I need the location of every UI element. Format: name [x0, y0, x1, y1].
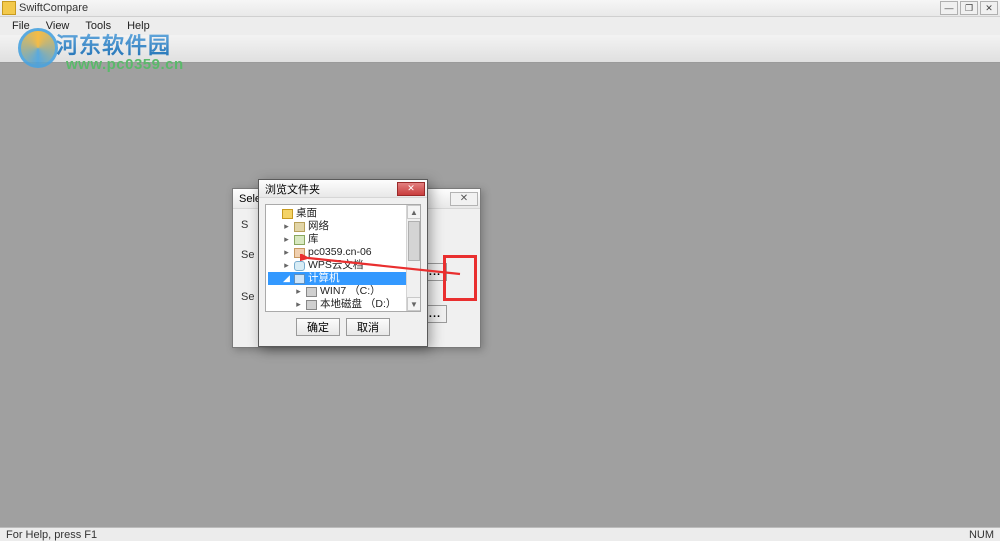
tree-item-drive-c[interactable]: ▸ WIN7 （C:）	[268, 285, 418, 298]
tree-label: WPS云文档	[308, 259, 363, 272]
expand-icon[interactable]	[270, 209, 279, 218]
expand-icon[interactable]: ▸	[294, 300, 303, 309]
app-icon	[2, 1, 16, 15]
user-icon	[294, 248, 305, 258]
browse-folder-dialog: 浏览文件夹 ✕ 桌面 ▸ 网络 ▸ 库 ▸ pc0359.cn-06	[258, 179, 428, 347]
statusbar: For Help, press F1 NUM	[0, 527, 1000, 541]
menu-view[interactable]: View	[38, 17, 78, 35]
expand-icon[interactable]: ▸	[282, 261, 291, 270]
tree-item-computer[interactable]: ◢ 计算机	[268, 272, 418, 285]
tree-item-desktop[interactable]: 桌面	[268, 207, 418, 220]
tree-item-network[interactable]: ▸ 网络	[268, 220, 418, 233]
tree-label: 桌面	[296, 207, 317, 220]
cancel-button[interactable]: 取消	[346, 318, 390, 336]
menu-file[interactable]: File	[4, 17, 38, 35]
restore-button[interactable]: ❐	[960, 1, 978, 15]
scroll-up-button[interactable]: ▲	[407, 205, 421, 219]
tree-label: 本地磁盘 （D:）	[320, 298, 396, 311]
desktop-icon	[282, 209, 293, 219]
network-icon	[294, 222, 305, 232]
tree-scrollbar[interactable]: ▲ ▼	[406, 205, 420, 311]
toolbar	[0, 35, 1000, 63]
select-dialog-close-button[interactable]: ✕	[450, 192, 478, 206]
tree-item-drive-d[interactable]: ▸ 本地磁盘 （D:）	[268, 298, 418, 311]
status-num: NUM	[969, 529, 994, 541]
titlebar: SwiftCompare — ❐ ✕	[0, 0, 1000, 17]
scroll-thumb[interactable]	[408, 221, 420, 261]
expand-icon[interactable]: ▸	[282, 222, 291, 231]
expand-icon[interactable]: ▸	[282, 235, 291, 244]
menu-help[interactable]: Help	[119, 17, 158, 35]
tree-label: 网络	[308, 220, 329, 233]
libraries-icon	[294, 235, 305, 245]
tree-label: 计算机	[308, 272, 340, 285]
drive-icon	[306, 287, 317, 297]
expand-icon[interactable]: ▸	[282, 248, 291, 257]
scroll-down-button[interactable]: ▼	[407, 297, 421, 311]
collapse-icon[interactable]: ◢	[282, 274, 291, 283]
tree-item-libraries[interactable]: ▸ 库	[268, 233, 418, 246]
browse-dialog-title: 浏览文件夹	[265, 181, 320, 197]
expand-icon[interactable]: ▸	[294, 287, 303, 296]
folder-tree[interactable]: 桌面 ▸ 网络 ▸ 库 ▸ pc0359.cn-06 ▸ WPS云文档	[265, 204, 421, 312]
menu-tools[interactable]: Tools	[77, 17, 119, 35]
minimize-button[interactable]: —	[940, 1, 958, 15]
tree-label: pc0359.cn-06	[308, 246, 372, 259]
app-title: SwiftCompare	[19, 0, 88, 16]
close-button[interactable]: ✕	[980, 1, 998, 15]
computer-icon	[294, 274, 305, 284]
drive-icon	[306, 300, 317, 310]
cloud-icon	[294, 261, 305, 271]
tree-item-wps-cloud-2[interactable]: ▸ WPS云文档	[268, 311, 418, 312]
tree-label: WPS云文档	[320, 311, 375, 312]
ok-button[interactable]: 确定	[296, 318, 340, 336]
tree-item-user[interactable]: ▸ pc0359.cn-06	[268, 246, 418, 259]
client-area	[0, 63, 1000, 528]
browse-dialog-close-button[interactable]: ✕	[397, 182, 425, 196]
tree-label: WIN7 （C:）	[320, 285, 381, 298]
browse-dialog-titlebar[interactable]: 浏览文件夹 ✕	[259, 180, 427, 198]
menubar: File View Tools Help	[0, 17, 1000, 35]
status-hint: For Help, press F1	[6, 529, 97, 541]
tree-label: 库	[308, 233, 319, 246]
tree-item-wps-cloud[interactable]: ▸ WPS云文档	[268, 259, 418, 272]
